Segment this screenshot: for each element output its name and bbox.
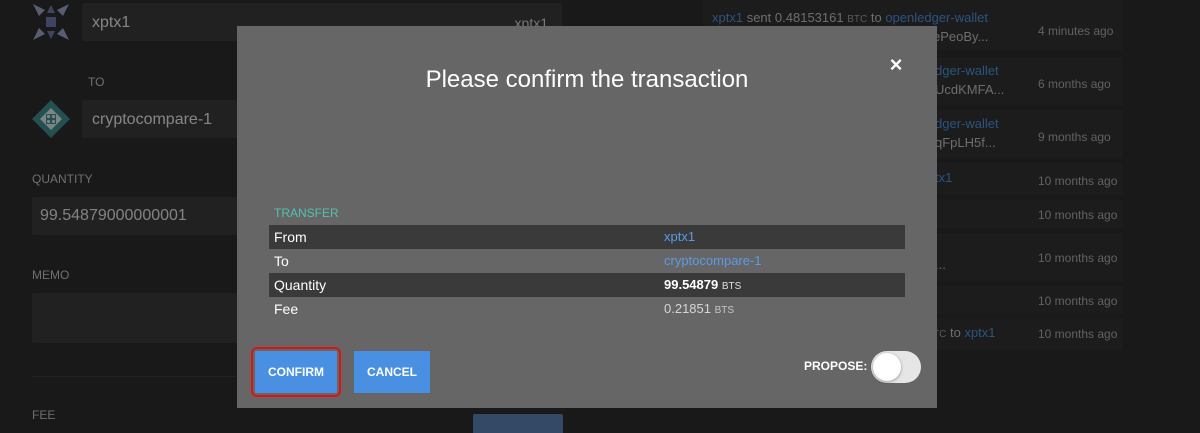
toggle-knob <box>873 353 901 381</box>
fee-unit: BTS <box>714 305 735 316</box>
propose-toggle[interactable] <box>871 351 921 383</box>
transaction-details-table: From xptx1 To cryptocompare-1 Quantity 9… <box>269 225 905 321</box>
table-row: From xptx1 <box>269 225 905 249</box>
row-key-to: To <box>274 253 289 269</box>
propose-label: PROPOSE: <box>804 359 868 373</box>
close-icon[interactable]: × <box>885 54 907 76</box>
table-row: Fee 0.21851 BTS <box>269 297 905 321</box>
quantity-amount: 99.54879 BTS <box>664 277 742 292</box>
row-key-quantity: Quantity <box>274 277 327 293</box>
modal-title: Please confirm the transaction <box>425 66 749 93</box>
confirm-transaction-modal: Please confirm the transaction × TRANSFE… <box>237 26 937 408</box>
confirm-button[interactable]: CONFIRM <box>255 351 337 393</box>
from-account-link[interactable]: xptx1 <box>664 229 695 244</box>
row-key-fee: Fee <box>274 301 299 317</box>
fee-amount: 0.21851 BTS <box>664 301 735 316</box>
cancel-button[interactable]: CANCEL <box>354 351 430 393</box>
quantity-unit: BTS <box>721 281 742 292</box>
table-row: Quantity 99.54879 BTS <box>269 273 905 297</box>
to-account-link[interactable]: cryptocompare-1 <box>664 253 762 268</box>
table-row: To cryptocompare-1 <box>269 249 905 273</box>
row-key-from: From <box>274 229 307 245</box>
operation-type-label: TRANSFER <box>274 206 339 220</box>
